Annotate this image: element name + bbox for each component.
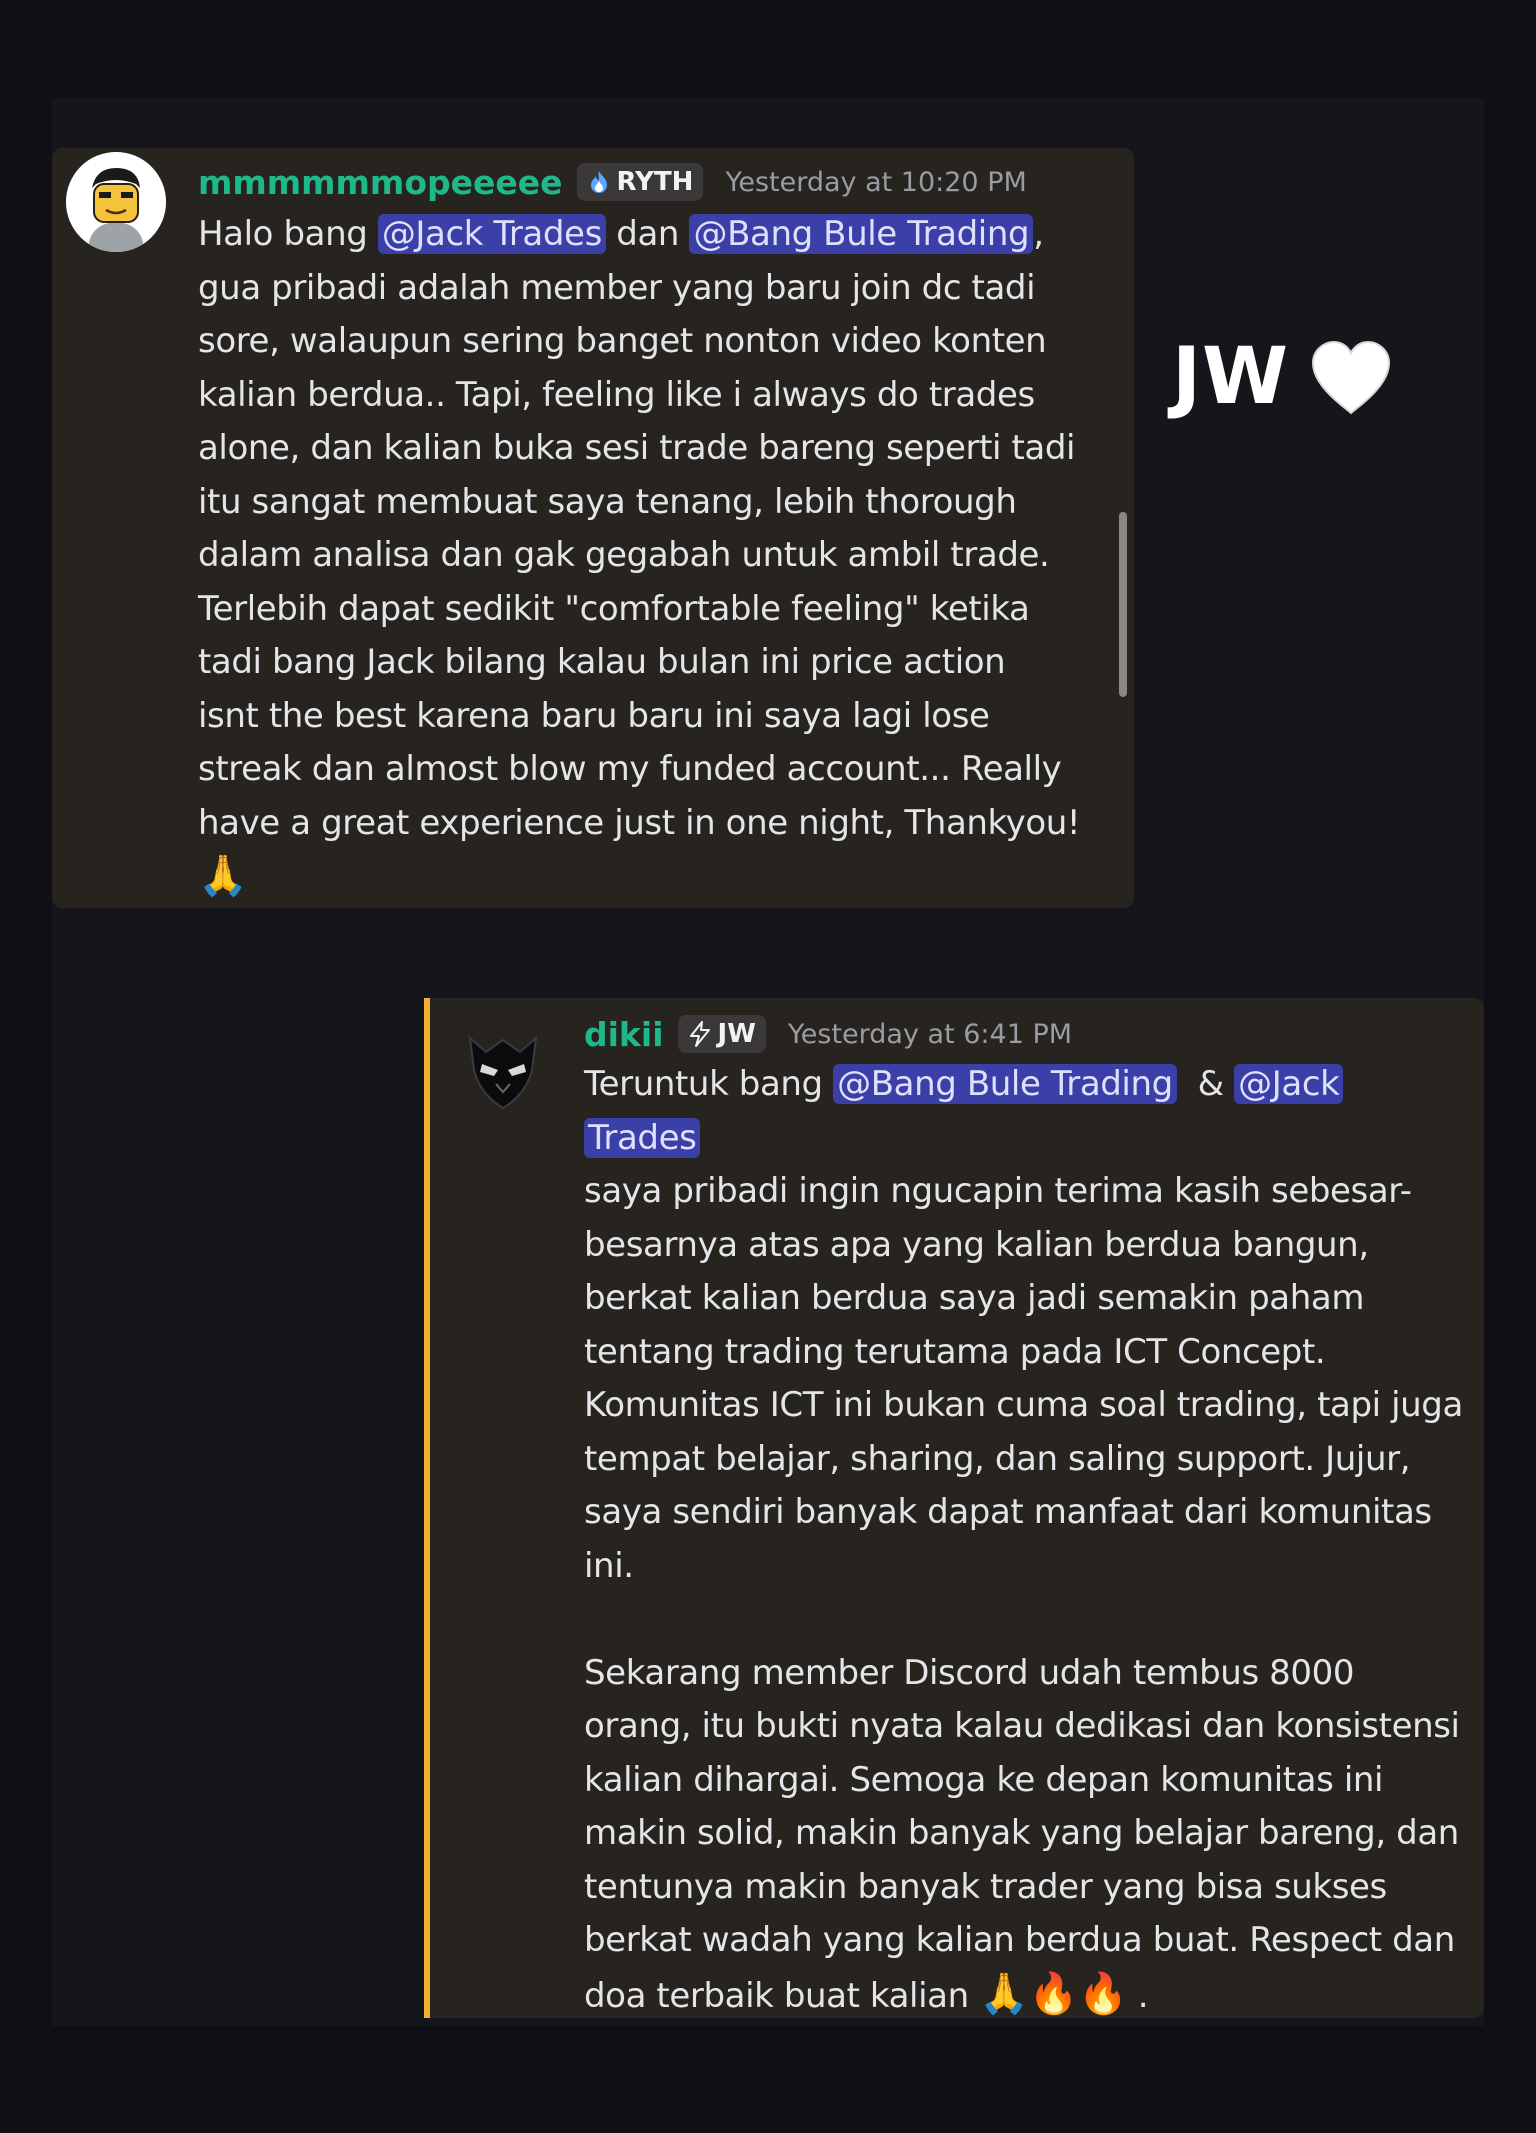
message-line: kalian berdua.. Tapi, feeling like i alw…	[198, 374, 1035, 415]
message-line: orang, itu bukti nyata kalau dedikasi da…	[584, 1706, 1460, 1746]
lightning-icon	[689, 1021, 710, 1047]
mention-bang-bule-trading[interactable]: @Bang Bule Trading	[833, 1064, 1177, 1104]
flame-badge-icon	[590, 171, 607, 193]
server-tag-label: JW	[717, 1019, 756, 1049]
message-line: streak dan almost blow my funded account…	[198, 749, 1062, 789]
message-line: Komunitas ICT ini bukan cuma soal tradin…	[584, 1385, 1463, 1425]
message-line: isnt the best karena baru baru ini saya …	[198, 695, 990, 736]
message-line: Terlebih dapat sedikit "comfortable feel…	[198, 588, 1030, 629]
message-line: berkat wadah yang kalian berdua buat. Re…	[584, 1920, 1455, 1960]
server-tag[interactable]: JW	[677, 1015, 766, 1053]
message-line: itu sangat membuat saya tenang, lebih th…	[198, 481, 1017, 522]
server-tag[interactable]: RYTH	[576, 163, 704, 201]
message-line: makin solid, makin banyak yang belajar b…	[584, 1813, 1459, 1853]
message-line: alone, dan kalian buka sesi trade bareng…	[198, 428, 1076, 468]
message-line: sore, walaupun sering banget nonton vide…	[198, 321, 1047, 361]
message-line: saya pribadi ingin ngucapin terima kasih…	[584, 1171, 1412, 1211]
mention-jack-trades[interactable]: @Jack Trades	[377, 214, 606, 254]
pray-fire-emoji: 🙏🔥🔥	[979, 1970, 1128, 2017]
black-mask-avatar[interactable]	[456, 1018, 550, 1112]
mention-bang-bule-trading[interactable]: @Bang Bule Trading	[689, 214, 1034, 254]
screenshot-canvas: mmmmmmopeeeee RYTH Yesterday at 10:20 PM…	[0, 0, 1536, 2133]
cartoon-face-icon	[66, 152, 166, 252]
message-body-1: Halo bang @Jack Trades dan @Bang Bule Tr…	[198, 208, 1118, 904]
white-heart-icon	[1312, 340, 1391, 415]
message-line: besarnya atas apa yang kalian berdua ban…	[584, 1224, 1369, 1265]
mention-jack-trades[interactable]: @Jack	[1234, 1064, 1344, 1104]
message-line: dalam analisa dan gak gegabah untuk ambi…	[198, 535, 1050, 575]
message-header-2: dikii JW Yesterday at 6:41 PM	[584, 1010, 1072, 1058]
message-header-1: mmmmmmopeeeee RYTH Yesterday at 10:20 PM	[198, 158, 1027, 206]
timestamp: Yesterday at 10:20 PM	[725, 166, 1027, 198]
message-line: Halo bang @Jack Trades dan @Bang Bule Tr…	[198, 214, 1044, 254]
message-line: berkat kalian berdua saya jadi semakin p…	[584, 1278, 1365, 1318]
server-tag-label: RYTH	[616, 167, 694, 197]
mention-jack-trades[interactable]: Trades	[584, 1117, 701, 1158]
message-line: tempat belajar, sharing, dan saling supp…	[584, 1438, 1411, 1479]
black-mask-icon	[468, 1035, 538, 1110]
message-line: ini.	[584, 1545, 634, 1586]
message-body-2: Teruntuk bang @Bang Bule Trading & @Jack…	[584, 1058, 1464, 2023]
message-line: tadi bang Jack bilang kalau bulan ini pr…	[198, 642, 1006, 682]
message-line: doa terbaik buat kalian 🙏🔥🔥 .	[584, 1970, 1149, 2017]
message-line: have a great experience just in one nigh…	[198, 802, 1081, 843]
overlay-caption: JW	[1172, 332, 1393, 422]
message-line: saya sendiri banyak dapat manfaat dari k…	[584, 1492, 1432, 1532]
scrollbar-thumb[interactable]	[1119, 512, 1127, 697]
username[interactable]: mmmmmmopeeeee	[198, 163, 563, 202]
message-line: Sekarang member Discord udah tembus 8000	[584, 1652, 1355, 1693]
message-line: tentunya makin banyak trader yang bisa s…	[584, 1866, 1387, 1907]
message-line: tentang trading terutama pada ICT Concep…	[584, 1331, 1326, 1372]
timestamp: Yesterday at 6:41 PM	[787, 1018, 1073, 1050]
message-line: gua pribadi adalah member yang baru join…	[198, 267, 1036, 308]
message-line: Teruntuk bang @Bang Bule Trading & @Jack	[584, 1058, 1464, 1112]
username[interactable]: dikii	[584, 1015, 664, 1054]
overlay-label: JW	[1172, 332, 1290, 422]
pray-emoji: 🙏	[198, 853, 248, 899]
message-line: Trades	[584, 1112, 1464, 1166]
cartoon-face-avatar[interactable]	[66, 152, 166, 252]
message-line: kalian dihargai. Semoga ke depan komunit…	[584, 1759, 1384, 1800]
